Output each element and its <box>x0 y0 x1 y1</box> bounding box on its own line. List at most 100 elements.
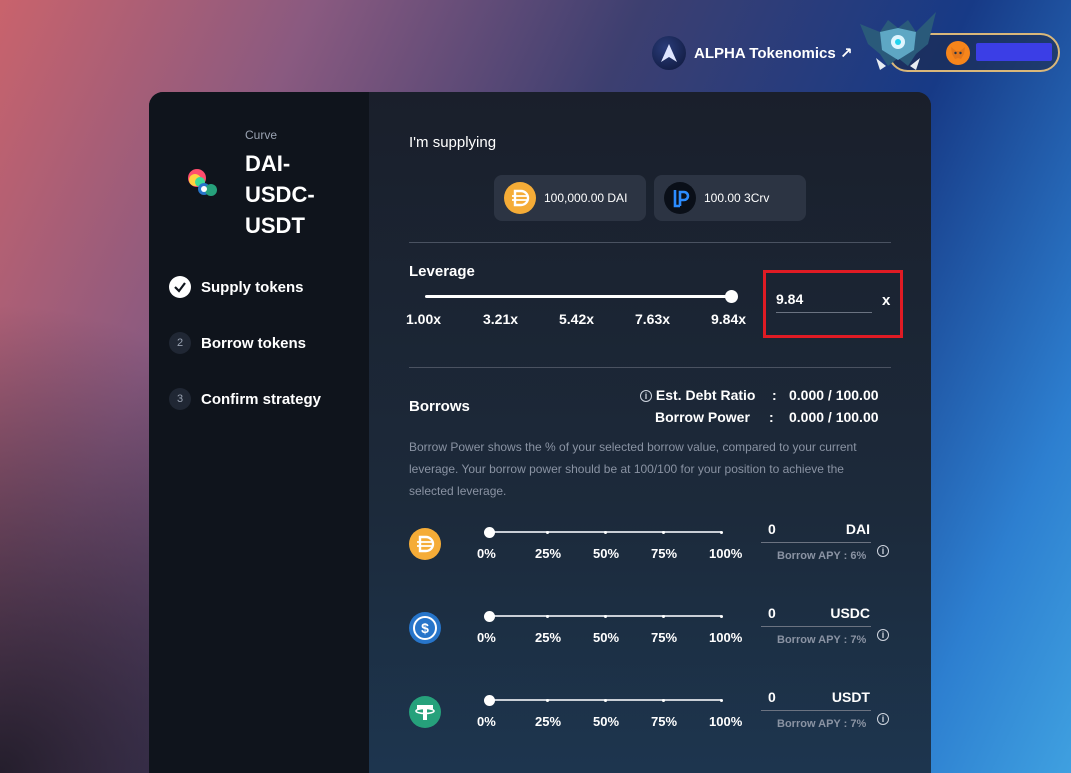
borrow-slider-tick: 25% <box>535 714 562 729</box>
slider-step-dot <box>662 614 665 618</box>
borrow-slider-tick: 75% <box>651 630 678 645</box>
borrow-slider-tick: 100% <box>709 714 743 729</box>
borrow-amount-value: 0 <box>768 521 776 537</box>
borrow-help-text: Borrow Power shows the % of your selecte… <box>409 440 857 498</box>
usdc-icon: $ <box>409 612 441 644</box>
debt-ratio-label: Est. Debt Ratio <box>655 387 756 403</box>
divider <box>409 367 891 368</box>
step-borrow-tokens[interactable]: 2 Borrow tokens <box>169 332 306 354</box>
wallet-address <box>976 43 1052 61</box>
info-icon[interactable]: i <box>877 713 889 725</box>
borrow-slider-tick: 75% <box>651 714 678 729</box>
supply-chip-lp: 100.00 3Crv <box>654 175 806 221</box>
info-icon[interactable]: i <box>877 545 889 557</box>
info-icon[interactable]: i <box>640 390 652 402</box>
borrow-amount-value: 0 <box>768 689 776 705</box>
dai-icon <box>409 528 441 560</box>
borrow-slider-tick: 75% <box>651 546 678 561</box>
borrow-slider-tick: 25% <box>535 546 562 561</box>
separator-colon: : <box>772 387 777 403</box>
leverage-slider-handle[interactable] <box>725 290 738 303</box>
leverage-tick: 7.63x <box>635 311 671 327</box>
borrows-title: Borrows <box>409 398 470 415</box>
slider-step-dot <box>546 698 549 702</box>
slider-step-dot <box>546 530 549 534</box>
borrow-power-value: 0.000 / 100.00 <box>789 409 879 425</box>
borrow-slider-tick: 25% <box>535 630 562 645</box>
slider-step-dot <box>662 698 665 702</box>
slider-step-dot <box>604 530 607 534</box>
supply-title: I'm supplying <box>409 134 497 151</box>
borrow-amount-input-usdt[interactable]: 0 USDT <box>761 687 871 711</box>
borrow-amount-value: 0 <box>768 605 776 621</box>
slider-step-dot <box>604 614 607 618</box>
borrow-token-symbol: USDC <box>830 605 870 621</box>
borrow-apy: Borrow APY : 7% <box>777 634 867 646</box>
supply-chip-dai: 100,000.00 DAI <box>494 175 646 221</box>
step-number: 3 <box>169 388 191 410</box>
slider-step-dot <box>604 698 607 702</box>
borrow-slider-handle-usdc[interactable] <box>484 610 495 622</box>
lp-icon <box>664 182 696 214</box>
step-label: Supply tokens <box>201 278 304 296</box>
borrow-power-label: Borrow Power <box>655 409 750 425</box>
borrow-amount-input-usdc[interactable]: 0 USDC <box>761 603 871 627</box>
info-icon[interactable]: i <box>877 629 889 641</box>
strategy-card: Curve DAI-USDC-USDT Supply tokens 2 Borr… <box>149 92 931 773</box>
step-label: Borrow tokens <box>201 334 307 352</box>
borrow-slider-tick: 100% <box>709 630 743 645</box>
leverage-input-highlight: 9.84 x <box>763 270 903 338</box>
pool-name: DAI-USDC-USDT <box>245 151 315 238</box>
leverage-tick: 3.21x <box>483 311 519 327</box>
slider-step-dot <box>546 614 549 618</box>
debt-ratio-row: i Est. Debt Ratio <box>640 387 755 403</box>
borrow-token-symbol: USDT <box>831 689 870 705</box>
pool-provider: Curve <box>245 128 278 142</box>
alpha-tokenomics-link[interactable]: ALPHA Tokenomics ↗ <box>652 36 852 70</box>
borrow-slider-tick: 50% <box>593 630 620 645</box>
leverage-input[interactable]: 9.84 <box>776 291 872 313</box>
pool-tokens-icon <box>185 168 217 200</box>
slider-step-dot <box>662 530 665 534</box>
borrow-apy: Borrow APY : 6% <box>777 550 867 562</box>
step-number: 2 <box>169 332 191 354</box>
borrow-slider-handle-dai[interactable] <box>484 526 495 538</box>
main-panel: I'm supplying 100,000.00 DAI 100.00 3Crv… <box>369 92 931 773</box>
slider-step-dot <box>720 698 723 702</box>
leverage-suffix: x <box>882 292 891 309</box>
borrow-amount-input-dai[interactable]: 0 DAI <box>761 519 871 543</box>
debt-ratio-value: 0.000 / 100.00 <box>789 387 879 403</box>
borrow-slider-handle-usdt[interactable] <box>484 694 495 706</box>
alpha-logo-icon <box>652 36 686 70</box>
leverage-tick: 9.84x <box>711 311 747 327</box>
borrow-slider-tick: 0% <box>477 714 496 729</box>
usdt-icon <box>409 696 441 728</box>
supply-amount: 100,000.00 DAI <box>544 191 628 205</box>
sidebar: Curve DAI-USDC-USDT Supply tokens 2 Borr… <box>149 92 369 773</box>
check-icon <box>169 276 191 298</box>
divider <box>409 242 891 243</box>
step-supply-tokens[interactable]: Supply tokens <box>169 276 304 298</box>
dai-icon <box>504 182 536 214</box>
leverage-tick: 1.00x <box>406 311 442 327</box>
step-confirm-strategy[interactable]: 3 Confirm strategy <box>169 388 321 410</box>
borrow-apy: Borrow APY : 7% <box>777 718 867 730</box>
leverage-title: Leverage <box>409 263 475 280</box>
borrow-slider-tick: 0% <box>477 630 496 645</box>
borrow-token-symbol: DAI <box>845 521 870 537</box>
svg-text:$: $ <box>421 620 429 636</box>
leverage-slider-track[interactable] <box>425 295 731 298</box>
slider-step-dot <box>720 614 723 618</box>
borrow-slider-tick: 0% <box>477 546 496 561</box>
borrow-slider-tick: 50% <box>593 714 620 729</box>
borrow-slider-tick: 50% <box>593 546 620 561</box>
step-label: Confirm strategy <box>201 390 322 408</box>
separator-colon: : <box>769 409 774 425</box>
slider-step-dot <box>720 530 723 534</box>
metamask-fox-icon <box>946 41 970 65</box>
mascot-bat-icon <box>858 10 938 72</box>
borrow-slider-tick: 100% <box>709 546 743 561</box>
alpha-tokenomics-label: ALPHA Tokenomics ↗ <box>694 45 853 62</box>
supply-amount: 100.00 3Crv <box>704 191 770 205</box>
leverage-tick: 5.42x <box>559 311 595 327</box>
